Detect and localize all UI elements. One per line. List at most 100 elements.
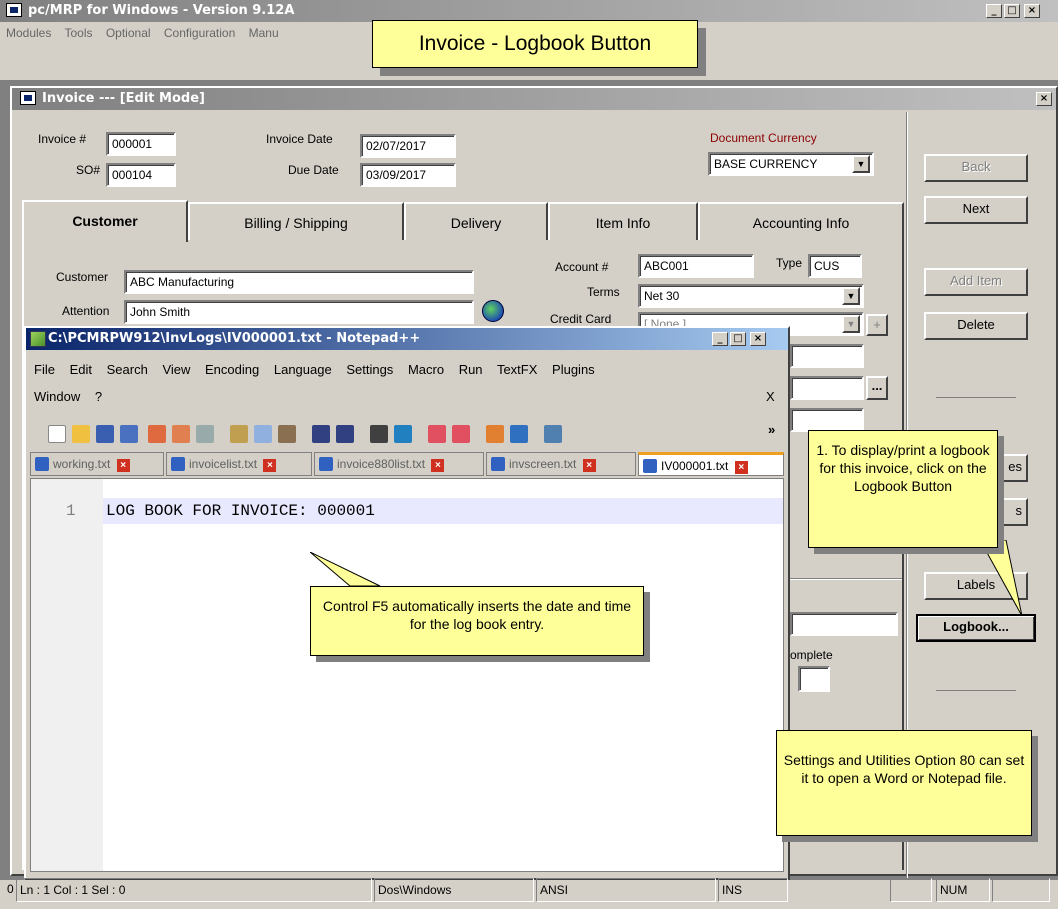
undo-icon[interactable] [312,425,330,443]
add-item-button[interactable]: Add Item [924,268,1028,296]
currency-select[interactable]: BASE CURRENCY [708,152,874,176]
np-menu-textfx[interactable]: TextFX [497,362,537,377]
close-file-icon[interactable] [148,425,166,443]
np-menu-edit[interactable]: Edit [70,362,92,377]
logbook-callout: 1. To display/print a logbook for this i… [808,430,998,548]
invoice-number-field[interactable]: 000001 [106,132,176,156]
tab-billing-shipping[interactable]: Billing / Shipping [188,202,404,240]
tab-delivery[interactable]: Delivery [404,202,548,240]
extra-field-4[interactable] [790,612,898,636]
np-menu-view[interactable]: View [162,362,190,377]
np-menu-settings[interactable]: Settings [346,362,393,377]
terms-select[interactable]: Net 30 [638,284,864,308]
copy-icon[interactable] [254,425,272,443]
np-menu-encoding[interactable]: Encoding [205,362,259,377]
logbook-callout-pointer [980,540,1023,617]
globe-icon[interactable] [482,300,504,322]
extra-field-1[interactable] [790,344,864,368]
menu-configuration[interactable]: Configuration [164,26,235,40]
sync-v-icon[interactable] [486,425,504,443]
status-mode: INS [718,878,788,902]
menu-tools[interactable]: Tools [64,26,92,40]
menu-modules[interactable]: Modules [6,26,51,40]
open-file-icon[interactable] [72,425,90,443]
save-all-icon[interactable] [120,425,138,443]
np-menu-search[interactable]: Search [107,362,148,377]
app-status-empty [890,878,932,902]
doc-tab-invscreen[interactable]: invscreen.txt × [486,452,636,476]
np-menu-plugins[interactable]: Plugins [552,362,595,377]
redo-icon[interactable] [336,425,354,443]
due-date-field[interactable]: 03/09/2017 [360,163,456,187]
tab-customer[interactable]: Customer [22,200,188,242]
doc-tab-working[interactable]: working.txt × [30,452,164,476]
maximize-icon[interactable]: □ [1004,4,1020,18]
extra-field-2[interactable] [790,376,864,400]
find-icon[interactable] [370,425,388,443]
attention-field[interactable]: John Smith [124,300,474,324]
wrap-icon[interactable] [544,425,562,443]
terms-dropdown-icon[interactable]: ▼ [842,287,860,305]
paste-icon[interactable] [278,425,296,443]
replace-icon[interactable] [394,425,412,443]
ellipsis-button[interactable]: ... [866,376,888,400]
print-icon[interactable] [196,425,214,443]
doc-tab-close-icon[interactable]: × [582,459,596,472]
notepad-close-icon[interactable]: × [750,332,766,346]
close-all-icon[interactable] [172,425,190,443]
menu-manu[interactable]: Manu [249,26,279,40]
np-menu-close-icon[interactable]: X [766,389,775,404]
invoice-close-icon[interactable]: × [1036,92,1052,106]
add-credit-button[interactable]: + [866,314,888,336]
customer-field[interactable]: ABC Manufacturing [124,270,474,294]
doc-tab-label: IV000001.txt [661,459,729,473]
credit-dropdown-icon[interactable]: ▼ [842,315,860,333]
np-menu-window[interactable]: Window [34,389,80,404]
notepad-maximize-icon[interactable]: □ [730,332,746,346]
doc-tab-invoice880list[interactable]: invoice880list.txt × [314,452,484,476]
extra-field-3[interactable] [790,408,864,432]
doc-tab-close-icon[interactable]: × [263,459,277,472]
next-button[interactable]: Next [924,196,1028,224]
zoom-in-icon[interactable] [428,425,446,443]
tab-accounting-info[interactable]: Accounting Info [698,202,904,240]
tab-item-info[interactable]: Item Info [548,202,698,240]
status-left-text: 0 [7,882,14,896]
minimize-icon[interactable]: _ [986,4,1002,18]
doc-tab-close-icon[interactable]: × [116,459,130,472]
delete-button[interactable]: Delete [924,312,1028,340]
save-icon[interactable] [96,425,114,443]
sync-h-icon[interactable] [510,425,528,443]
doc-tab-invoicelist[interactable]: invoicelist.txt × [166,452,312,476]
so-field[interactable]: 000104 [106,163,176,187]
doc-tab-iv000001[interactable]: IV000001.txt × [638,452,784,476]
cut-icon[interactable] [230,425,248,443]
status-encoding: ANSI [536,878,716,902]
zoom-out-icon[interactable] [452,425,470,443]
complete-checkbox[interactable] [798,666,830,692]
back-button[interactable]: Back [924,154,1028,182]
notepad-minimize-icon[interactable]: _ [712,332,728,346]
menu-optional[interactable]: Optional [106,26,151,40]
type-field[interactable]: CUS [808,254,862,278]
np-menu-help[interactable]: ? [95,389,102,404]
new-file-icon[interactable] [48,425,66,443]
np-menu-run[interactable]: Run [459,362,483,377]
status-num: NUM [936,878,990,902]
np-menu-language[interactable]: Language [274,362,332,377]
invoice-date-field[interactable]: 02/07/2017 [360,134,456,158]
currency-dropdown-icon[interactable]: ▼ [852,155,870,173]
editor-area[interactable] [30,478,784,872]
app-title-bar: pc/MRP for Windows - Version 9.12A _ □ × [0,0,1058,22]
np-menu-file[interactable]: File [34,362,55,377]
account-field[interactable]: ABC001 [638,254,754,278]
doc-tab-close-icon[interactable]: × [734,461,748,474]
toolbar-overflow-icon[interactable]: » [768,422,775,437]
credit-card-label: Credit Card [550,312,612,326]
close-icon[interactable]: × [1024,4,1040,18]
line-number-gutter [31,479,103,871]
np-menu-macro[interactable]: Macro [408,362,444,377]
doc-tab-close-icon[interactable]: × [431,459,445,472]
editor-line-1[interactable]: LOG BOOK FOR INVOICE: 000001 [106,502,375,520]
notepad-title-bar: C:\PCMRPW912\InvLogs\IV000001.txt - Note… [26,328,788,350]
